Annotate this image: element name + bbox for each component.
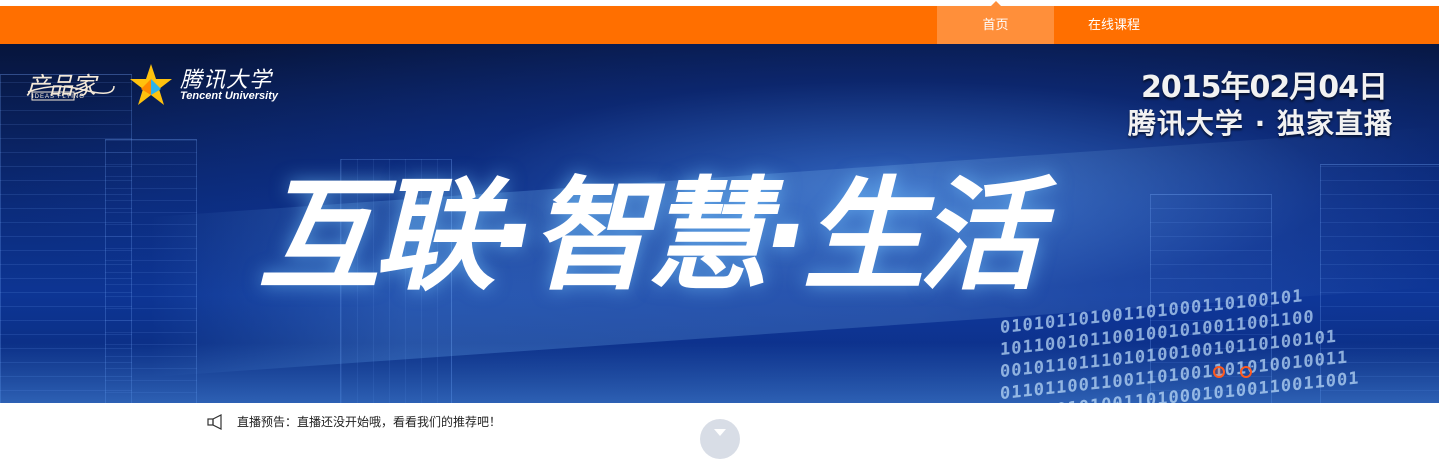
chanpinjia-logo-subtext: IDEAS FLYING: [32, 94, 85, 100]
hero-banner[interactable]: 010101101001101000110100101 101100101100…: [0, 44, 1439, 403]
speaker-icon: [207, 414, 222, 430]
tencent-star-icon: [130, 64, 172, 105]
nav-online-courses-tab[interactable]: 在线课程: [1054, 6, 1174, 44]
nav-home-tab[interactable]: 首页: [937, 1, 1054, 44]
chanpinjia-logo: 产品家 IDEAS FLYING: [24, 62, 116, 108]
tencent-university-en: Tencent University: [180, 90, 279, 102]
banner-slogan: 互联·智慧·生活: [258, 165, 1041, 307]
slider-dot-2[interactable]: [1240, 366, 1252, 378]
tencent-university-logo: 腾讯大学 Tencent University: [128, 62, 298, 108]
live-notice-text: 直播预告：直播还没开始哦，看看我们的推荐吧！: [237, 415, 502, 429]
broadcast-date: 2015年02月04日: [1141, 70, 1388, 105]
broadcast-title: 腾讯大学 · 独家直播: [1127, 107, 1393, 140]
top-navigation-bar: 首页 在线课程: [0, 1, 1439, 44]
slider-dot-1[interactable]: [1213, 366, 1225, 378]
chevron-down-icon[interactable]: [700, 419, 740, 459]
